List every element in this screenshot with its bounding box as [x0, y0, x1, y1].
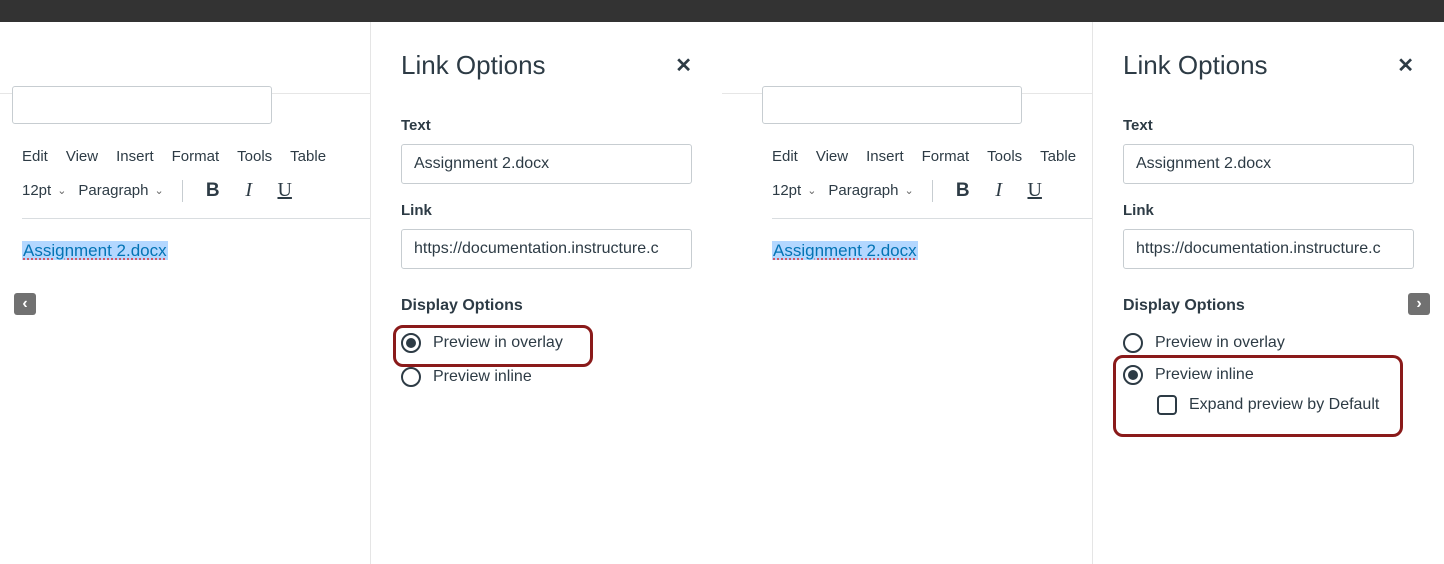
radio-icon: [1123, 333, 1143, 353]
link-label: Link: [1123, 202, 1414, 219]
checkbox-icon: [1157, 395, 1177, 415]
link-url-input[interactable]: [401, 229, 692, 269]
paragraph-style-value: Paragraph: [78, 182, 148, 199]
menu-format[interactable]: Format: [172, 148, 220, 165]
checkbox-label: Expand preview by Default: [1189, 396, 1379, 414]
text-label: Text: [401, 117, 692, 134]
close-panel-button[interactable]: ✕: [1397, 53, 1414, 78]
title-input[interactable]: [762, 86, 1022, 124]
font-size-dropdown[interactable]: 12pt ⌄: [22, 182, 66, 199]
radio-label: Preview inline: [1155, 366, 1254, 384]
menu-insert[interactable]: Insert: [866, 148, 904, 165]
bold-button[interactable]: B: [201, 180, 225, 202]
chevron-down-icon: ⌄: [807, 184, 816, 197]
link-text-input[interactable]: [1123, 144, 1414, 184]
underline-button[interactable]: U: [1023, 179, 1047, 202]
menu-table[interactable]: Table: [1040, 148, 1076, 165]
radio-label: Preview in overlay: [433, 334, 563, 352]
radio-label: Preview inline: [433, 368, 532, 386]
paragraph-style-value: Paragraph: [828, 182, 898, 199]
editor-pane-left: Edit View Insert Format Tools Table 12pt…: [0, 22, 370, 564]
title-input[interactable]: [12, 86, 272, 124]
chevron-down-icon: ⌄: [154, 184, 163, 197]
editor-menubar: Edit View Insert Format Tools Table: [772, 148, 1092, 165]
menu-view[interactable]: View: [816, 148, 848, 165]
prev-arrow-button[interactable]: ‹: [14, 293, 36, 315]
display-options-label: Display Options: [401, 297, 692, 315]
checkbox-expand-default[interactable]: Expand preview by Default: [1123, 389, 1414, 415]
radio-preview-inline[interactable]: Preview inline: [1123, 361, 1414, 389]
radio-label: Preview in overlay: [1155, 334, 1285, 352]
paragraph-dropdown[interactable]: Paragraph ⌄: [78, 182, 163, 199]
top-bar: [0, 0, 1444, 22]
menu-edit[interactable]: Edit: [772, 148, 798, 165]
link-options-panel-left: Link Options ✕ Text Link Display Options…: [370, 22, 722, 564]
display-options-label: Display Options: [1123, 297, 1414, 315]
editor-body[interactable]: Assignment 2.docx: [22, 218, 370, 261]
file-link[interactable]: Assignment 2.docx: [22, 241, 168, 260]
close-panel-button[interactable]: ✕: [675, 53, 692, 78]
file-link[interactable]: Assignment 2.docx: [772, 241, 918, 260]
menu-view[interactable]: View: [66, 148, 98, 165]
editor-pane-right: Edit View Insert Format Tools Table 12pt…: [722, 22, 1092, 564]
font-size-dropdown[interactable]: 12pt ⌄: [772, 182, 816, 199]
toolbar-separator: [182, 180, 183, 202]
panel-title: Link Options: [1123, 50, 1268, 81]
link-url-input[interactable]: [1123, 229, 1414, 269]
menu-tools[interactable]: Tools: [237, 148, 272, 165]
menu-table[interactable]: Table: [290, 148, 326, 165]
italic-button[interactable]: I: [237, 179, 261, 202]
chevron-down-icon: ⌄: [904, 184, 913, 197]
radio-preview-overlay[interactable]: Preview in overlay: [1123, 329, 1414, 357]
radio-preview-inline[interactable]: Preview inline: [401, 363, 692, 391]
next-arrow-button[interactable]: ›: [1408, 293, 1430, 315]
underline-button[interactable]: U: [273, 179, 297, 202]
radio-icon: [401, 367, 421, 387]
radio-icon: [1123, 365, 1143, 385]
radio-preview-overlay[interactable]: Preview in overlay: [401, 329, 692, 357]
editor-body[interactable]: Assignment 2.docx: [772, 218, 1092, 261]
paragraph-dropdown[interactable]: Paragraph ⌄: [828, 182, 913, 199]
font-size-value: 12pt: [22, 182, 51, 199]
panel-title: Link Options: [401, 50, 546, 81]
link-options-panel-right: Link Options ✕ Text Link Display Options…: [1092, 22, 1444, 564]
menu-edit[interactable]: Edit: [22, 148, 48, 165]
link-text-input[interactable]: [401, 144, 692, 184]
menu-insert[interactable]: Insert: [116, 148, 154, 165]
link-label: Link: [401, 202, 692, 219]
menu-tools[interactable]: Tools: [987, 148, 1022, 165]
editor-toolbar: 12pt ⌄ Paragraph ⌄ B I U: [22, 179, 370, 210]
toolbar-separator: [932, 180, 933, 202]
bold-button[interactable]: B: [951, 180, 975, 202]
text-label: Text: [1123, 117, 1414, 134]
italic-button[interactable]: I: [987, 179, 1011, 202]
font-size-value: 12pt: [772, 182, 801, 199]
editor-menubar: Edit View Insert Format Tools Table: [22, 148, 370, 165]
chevron-down-icon: ⌄: [57, 184, 66, 197]
menu-format[interactable]: Format: [922, 148, 970, 165]
radio-icon: [401, 333, 421, 353]
editor-toolbar: 12pt ⌄ Paragraph ⌄ B I U: [772, 179, 1092, 210]
